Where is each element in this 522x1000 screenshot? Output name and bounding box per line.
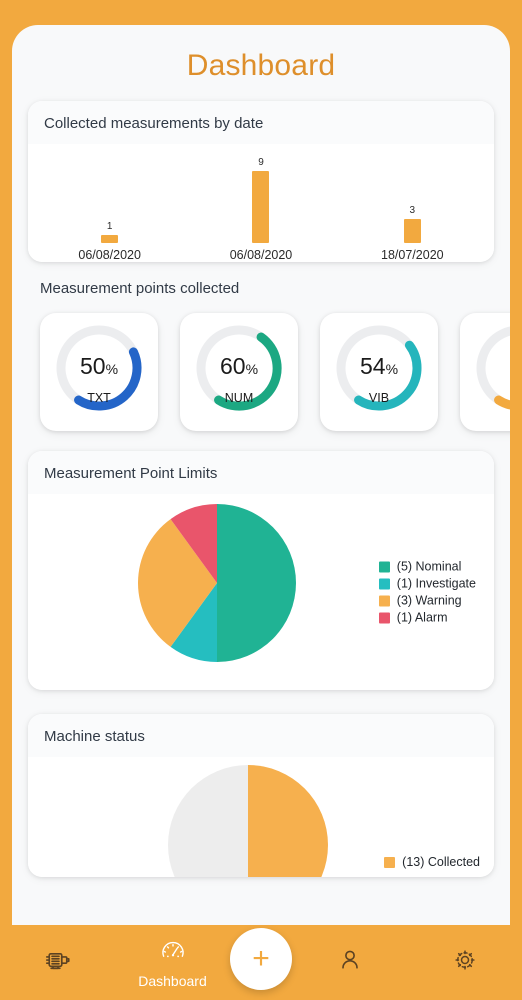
gauge-label: NUM [224, 391, 254, 405]
gauge-label: TXT [87, 391, 111, 405]
legend-label-collected: (13) Collected [402, 855, 480, 869]
pie-slice[interactable] [248, 765, 328, 877]
pie-slice[interactable] [217, 504, 296, 662]
bar-rect[interactable] [252, 171, 270, 243]
nav-label-dashboard: Dashboard [138, 972, 207, 989]
card-title-machine-status: Machine status [28, 714, 494, 757]
bar-column[interactable]: 9 06/08/2020 [185, 144, 336, 262]
legend-swatch [378, 561, 390, 572]
gauge-card[interactable] [460, 313, 510, 431]
bar-value-label: 9 [258, 157, 264, 168]
bar-category-label: 06/08/2020 [229, 248, 293, 262]
machine-status-chart[interactable] [168, 765, 328, 877]
plus-icon: + [252, 941, 270, 975]
legend-label: (3) Warning [396, 593, 462, 608]
bar-column[interactable]: 1 06/08/2020 [34, 144, 185, 262]
gauge-number: 54 [359, 353, 386, 379]
legend-label: (1) Alarm [396, 610, 448, 625]
gauge-label: VIB [368, 391, 390, 405]
pie-chart-legend: (5) Nominal (1) Investigate (3) Warning (1)… [378, 557, 476, 628]
measurement-point-limits-card: Measurement Point Limits (5) Nominal (1) … [28, 451, 494, 690]
gauge-value: 54% [320, 353, 438, 380]
card-title-collected-measurements: Collected measurements by date [28, 101, 494, 144]
bar-value-label: 1 [106, 221, 113, 232]
gauge-card[interactable]: 60% NUM [180, 313, 298, 431]
gauge-card[interactable]: 54% VIB [320, 313, 438, 431]
legend-item[interactable]: (3) Warning [378, 593, 476, 608]
speedometer-icon [159, 937, 187, 970]
card-title-measurement-point-limits: Measurement Point Limits [28, 451, 494, 494]
person-icon [335, 945, 365, 980]
nav-item-settings[interactable] [407, 925, 522, 1000]
legend-label: (1) Investigate [396, 576, 476, 591]
nav-item-dashboard[interactable]: Dashboard [115, 925, 230, 1000]
bar-category-label: 18/07/2020 [381, 248, 444, 262]
gauge-value: 60% [180, 353, 298, 380]
gauge-value: 50% [40, 353, 158, 380]
gauge-ring [476, 326, 510, 410]
gauge-unit: % [385, 361, 399, 377]
legend-swatch [378, 595, 390, 606]
gauge-unit: % [105, 361, 119, 377]
collected-measurements-card: Collected measurements by date 1 06/08/20… [28, 101, 494, 262]
add-button[interactable]: + [230, 927, 292, 990]
gauge-number: 50 [79, 353, 106, 379]
nav-item-profile[interactable] [292, 925, 407, 1000]
pie-chart-svg[interactable] [137, 504, 296, 662]
pie-chart[interactable] [137, 504, 296, 667]
pie-slice[interactable] [168, 765, 248, 877]
pie-chart-wrap: (5) Nominal (1) Investigate (3) Warning (1)… [28, 494, 494, 690]
legend-item[interactable]: (1) Investigate [378, 576, 476, 591]
machine-icon [43, 945, 73, 980]
legend-swatch [378, 612, 390, 623]
bar-chart-body: 1 06/08/2020 9 06/08/2020 3 18/07/2020 [28, 144, 494, 262]
gauges-strip[interactable]: 50% TXT 60% NUM 54% VIB [12, 305, 510, 445]
section-title-measurement-points: Measurement points collected [40, 280, 240, 297]
app-root: Dashboard Collected measurements by date… [0, 0, 522, 1000]
gauge-card[interactable]: 50% TXT [40, 313, 158, 431]
legend-swatch [378, 578, 390, 589]
gauge-unit: % [245, 361, 259, 377]
machine-status-legend: (13) Collected [384, 855, 480, 869]
machine-status-pie-svg[interactable] [168, 765, 328, 877]
content-sheet: Dashboard Collected measurements by date… [12, 25, 510, 925]
page-title: Dashboard [186, 49, 336, 82]
machine-status-body: (13) Collected [28, 757, 494, 877]
bar-category-label: 06/08/2020 [78, 248, 141, 262]
bar-rect[interactable] [403, 219, 421, 243]
bar-column[interactable]: 3 18/07/2020 [337, 144, 488, 262]
bar-chart[interactable]: 1 06/08/2020 9 06/08/2020 3 18/07/2020 [28, 144, 494, 262]
bar-rect[interactable] [101, 235, 119, 243]
nav-item-machines[interactable] [0, 925, 115, 1000]
pie-chart-body: (5) Nominal (1) Investigate (3) Warning (1)… [28, 494, 494, 690]
legend-item[interactable]: (5) Nominal [378, 559, 476, 574]
gauge-number: 60 [219, 353, 246, 379]
bottom-navigation-bar: Dashboard + [0, 925, 522, 1000]
machine-status-card: Machine status (13) Collected [28, 714, 494, 877]
legend-label: (5) Nominal [396, 559, 462, 574]
bar-value-label: 3 [409, 205, 416, 216]
legend-item[interactable]: (1) Alarm [378, 610, 476, 625]
legend-swatch-collected [384, 856, 396, 868]
gear-icon [451, 946, 479, 979]
